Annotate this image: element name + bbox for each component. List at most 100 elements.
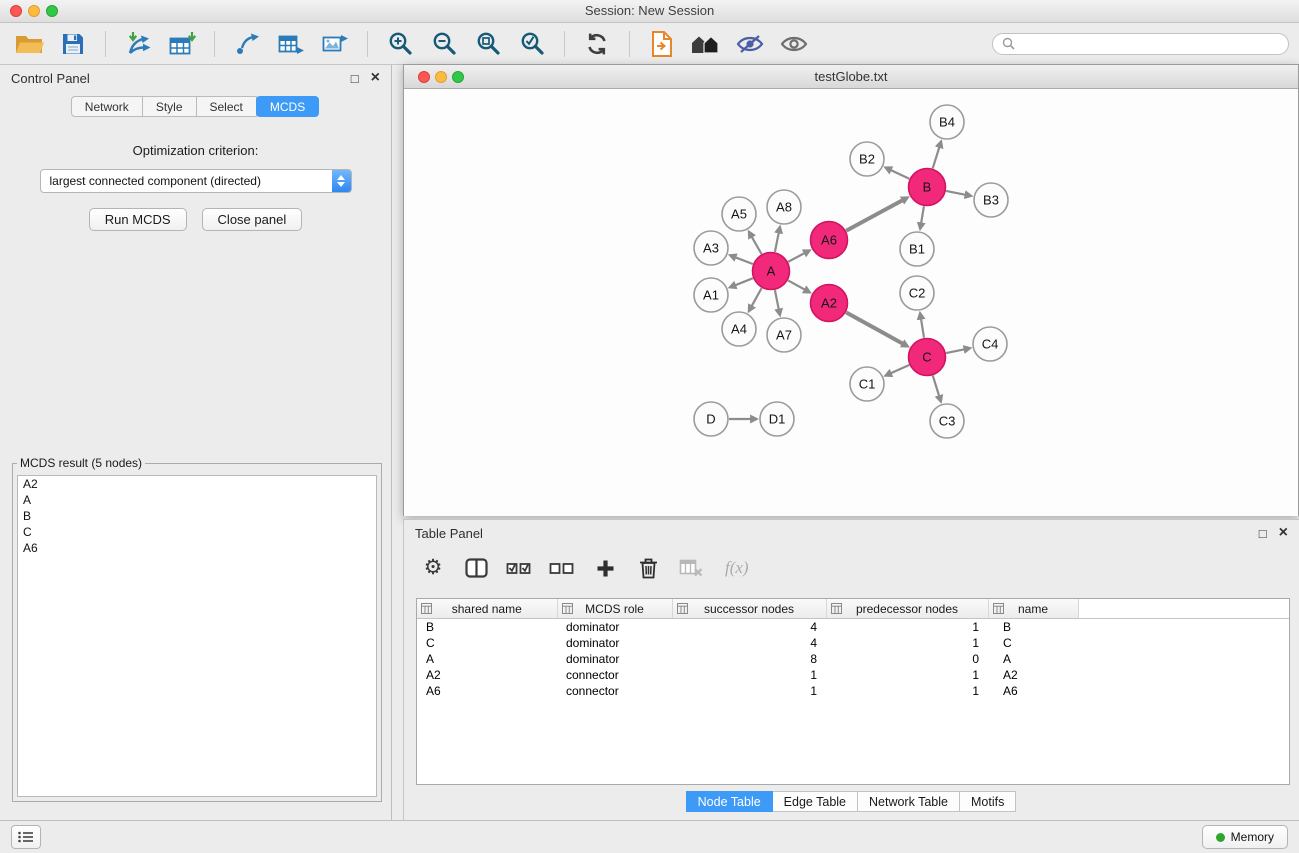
network-edge-A-A2[interactable] <box>788 280 805 289</box>
mcds-result-item[interactable]: A2 <box>18 476 376 492</box>
network-edge-C-C1[interactable] <box>891 365 910 373</box>
network-edge-C-C4[interactable] <box>946 349 964 353</box>
network-node-B3[interactable]: B3 <box>974 183 1008 217</box>
column-header-shared-name[interactable]: shared name <box>417 599 557 619</box>
tab-mcds[interactable]: MCDS <box>256 96 319 117</box>
run-mcds-button[interactable]: Run MCDS <box>89 208 187 231</box>
optimization-dropdown[interactable]: largest connected component (directed) <box>40 169 352 193</box>
zoom-fit-button[interactable] <box>469 27 507 61</box>
network-edge-A-A1[interactable] <box>735 278 753 285</box>
delete-table-button[interactable] <box>678 554 704 582</box>
network-graph[interactable]: B4B2BB3A5A8A6B1A3AC2A1A2A4A7C4CC1C3DD1 <box>404 89 1298 516</box>
function-builder-button[interactable]: f(x) <box>725 558 749 578</box>
column-visibility-button[interactable] <box>463 554 489 582</box>
network-window-titlebar[interactable]: testGlobe.txt <box>404 65 1298 89</box>
network-node-A3[interactable]: A3 <box>694 231 728 265</box>
column-header-MCDS-role[interactable]: MCDS role <box>557 599 672 619</box>
network-edge-A-A6[interactable] <box>788 253 805 262</box>
network-edge-A-A3[interactable] <box>735 257 753 264</box>
mcds-result-item[interactable]: B <box>18 508 376 524</box>
network-edge-B-B1[interactable] <box>921 206 924 223</box>
search-box[interactable] <box>992 33 1289 55</box>
network-edge-B-B3[interactable] <box>946 191 965 195</box>
close-panel-icon[interactable]: × <box>371 71 380 85</box>
network-edge-A-A5[interactable] <box>752 237 762 254</box>
network-edge-A-A7[interactable] <box>775 290 779 309</box>
add-row-button[interactable] <box>592 554 618 582</box>
delete-row-button[interactable] <box>635 554 661 582</box>
open-file-button[interactable] <box>10 27 48 61</box>
console-button[interactable] <box>11 825 41 849</box>
float-panel-icon[interactable]: □ <box>351 72 359 85</box>
zoom-selected-button[interactable] <box>513 27 551 61</box>
network-node-A6[interactable]: A6 <box>811 222 848 259</box>
minimize-view-button[interactable] <box>435 71 447 83</box>
network-node-A[interactable]: A <box>753 253 790 290</box>
export-network-button[interactable] <box>228 27 266 61</box>
table-row[interactable]: Cdominator41C <box>417 635 1289 651</box>
network-node-B2[interactable]: B2 <box>850 142 884 176</box>
table-row[interactable]: Adominator80A <box>417 651 1289 667</box>
network-edge-A2-C[interactable] <box>846 312 903 343</box>
column-header-successor-nodes[interactable]: successor nodes <box>672 599 826 619</box>
network-node-A2[interactable]: A2 <box>811 285 848 322</box>
float-table-panel-icon[interactable]: □ <box>1259 527 1267 540</box>
refresh-layout-button[interactable] <box>578 27 616 61</box>
network-node-C3[interactable]: C3 <box>930 404 964 438</box>
graphics-details-button[interactable] <box>731 27 769 61</box>
import-table-button[interactable] <box>163 27 201 61</box>
network-node-C1[interactable]: C1 <box>850 367 884 401</box>
network-edge-C-C3[interactable] <box>933 376 939 397</box>
network-canvas[interactable]: B4B2BB3A5A8A6B1A3AC2A1A2A4A7C4CC1C3DD1 <box>404 89 1298 516</box>
table-row[interactable]: Bdominator41B <box>417 619 1289 636</box>
minimize-window-button[interactable] <box>28 5 40 17</box>
network-edge-B-B2[interactable] <box>891 170 910 179</box>
tab-edge-table[interactable]: Edge Table <box>772 791 858 812</box>
network-node-A5[interactable]: A5 <box>722 197 756 231</box>
network-edge-B-B4[interactable] <box>933 147 940 169</box>
close-panel-button[interactable]: Close panel <box>202 208 303 231</box>
mcds-result-item[interactable]: A6 <box>18 540 376 556</box>
table-row[interactable]: A2connector11A2 <box>417 667 1289 683</box>
table-settings-button[interactable]: ⚙ <box>420 554 446 582</box>
network-node-C[interactable]: C <box>909 339 946 376</box>
network-node-A7[interactable]: A7 <box>767 318 801 352</box>
tab-network[interactable]: Network <box>71 96 143 117</box>
network-node-B1[interactable]: B1 <box>900 232 934 266</box>
network-edge-A-A8[interactable] <box>775 233 779 252</box>
memory-button[interactable]: Memory <box>1202 825 1288 849</box>
zoom-view-button[interactable] <box>452 71 464 83</box>
network-node-A1[interactable]: A1 <box>694 278 728 312</box>
table-row[interactable]: A6connector11A6 <box>417 683 1289 699</box>
zoom-out-button[interactable] <box>425 27 463 61</box>
select-all-button[interactable] <box>506 554 532 582</box>
tab-motifs[interactable]: Motifs <box>959 791 1016 812</box>
mcds-result-item[interactable]: C <box>18 524 376 540</box>
home-button[interactable] <box>687 27 725 61</box>
tab-select[interactable]: Select <box>196 96 257 117</box>
save-session-button[interactable] <box>54 27 92 61</box>
network-node-A4[interactable]: A4 <box>722 312 756 346</box>
mcds-result-list[interactable]: A2ABCA6 <box>17 475 377 797</box>
mcds-result-item[interactable]: A <box>18 492 376 508</box>
export-table-button[interactable] <box>272 27 310 61</box>
tab-style[interactable]: Style <box>142 96 197 117</box>
network-node-A8[interactable]: A8 <box>767 190 801 224</box>
deselect-all-button[interactable] <box>549 554 575 582</box>
close-table-panel-icon[interactable]: × <box>1279 526 1288 540</box>
search-input[interactable] <box>1020 36 1279 52</box>
network-node-C2[interactable]: C2 <box>900 276 934 310</box>
network-node-D[interactable]: D <box>694 402 728 436</box>
zoom-window-button[interactable] <box>46 5 58 17</box>
export-image-button[interactable] <box>316 27 354 61</box>
network-edge-A-A4[interactable] <box>752 288 762 306</box>
network-node-D1[interactable]: D1 <box>760 402 794 436</box>
tab-network-table[interactable]: Network Table <box>857 791 960 812</box>
network-node-C4[interactable]: C4 <box>973 327 1007 361</box>
close-view-button[interactable] <box>418 71 430 83</box>
zoom-in-button[interactable] <box>381 27 419 61</box>
network-edge-C-C2[interactable] <box>921 319 924 338</box>
show-hide-button[interactable] <box>775 27 813 61</box>
import-document-button[interactable] <box>643 27 681 61</box>
tab-node-table[interactable]: Node Table <box>686 791 773 812</box>
